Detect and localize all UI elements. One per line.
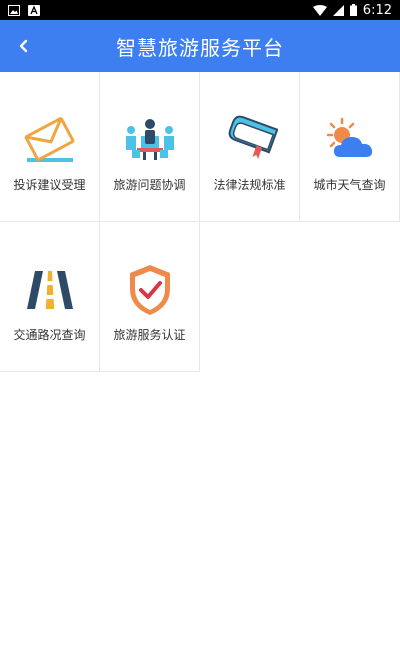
wifi-icon	[312, 4, 327, 16]
grid-item-legal[interactable]: 法律法规标准	[200, 72, 300, 222]
grid-item-label: 法律法规标准	[213, 178, 286, 192]
chevron-left-icon	[19, 39, 28, 53]
shield-check-icon	[120, 260, 180, 320]
app-notification-icon	[28, 4, 40, 16]
meeting-icon	[120, 110, 180, 170]
status-right: 6:12	[312, 2, 392, 18]
grid-item-certification[interactable]: 旅游服务认证	[100, 222, 200, 372]
weather-icon	[320, 110, 380, 170]
grid-item-label: 投诉建议受理	[13, 178, 86, 192]
status-bar: 6:12	[0, 0, 400, 20]
road-icon	[20, 260, 80, 320]
battery-icon	[349, 4, 357, 16]
grid-item-label: 交通路况查询	[13, 328, 86, 342]
grid-item-label: 旅游问题协调	[113, 178, 186, 192]
image-notification-icon	[8, 4, 20, 16]
grid-item-coordination[interactable]: 旅游问题协调	[100, 72, 200, 222]
app-bar: 智慧旅游服务平台	[0, 20, 400, 72]
status-left	[8, 4, 40, 16]
book-icon	[220, 110, 280, 170]
signal-icon	[332, 4, 344, 16]
envelope-icon	[20, 110, 80, 170]
status-time: 6:12	[362, 2, 392, 18]
grid-item-weather[interactable]: 城市天气查询	[300, 72, 400, 222]
grid-item-label: 城市天气查询	[313, 178, 386, 192]
back-button[interactable]	[6, 28, 42, 64]
page-title: 智慧旅游服务平台	[116, 35, 284, 60]
grid-item-label: 旅游服务认证	[113, 328, 186, 342]
grid-item-complaint[interactable]: 投诉建议受理	[0, 72, 100, 222]
grid-item-traffic[interactable]: 交通路况查询	[0, 222, 100, 372]
